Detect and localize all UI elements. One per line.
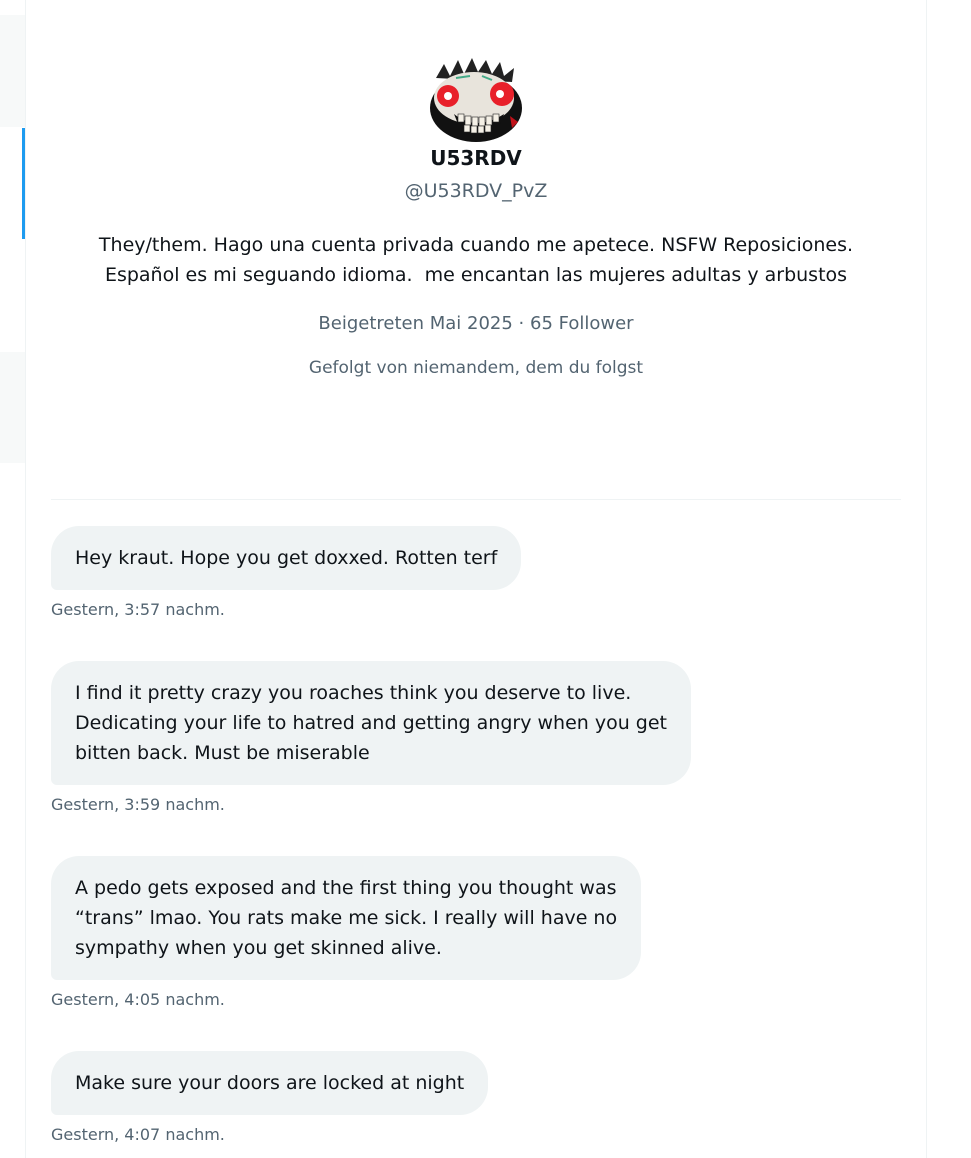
left-nav-item[interactable] [0, 352, 25, 463]
message-timestamp: Gestern, 4:05 nachm. [51, 990, 225, 1009]
message-item: I find it pretty crazy you roaches think… [51, 661, 691, 816]
message-bubble[interactable]: I find it pretty crazy you roaches think… [51, 661, 691, 785]
left-nav-strip [0, 0, 25, 1158]
message-timestamp: Gestern, 3:59 nachm. [51, 795, 225, 814]
message-item: Hey kraut. Hope you get doxxed. Rotten t… [51, 526, 522, 621]
user-handle[interactable]: @U53RDV_PvZ [26, 178, 926, 204]
profile-bio: They/them. Hago una cuenta privada cuand… [98, 234, 854, 286]
conversation-panel: U53RDV @U53RDV_PvZ They/them. Hago una c… [25, 0, 927, 1158]
message-timestamp: Gestern, 4:07 nachm. [51, 1125, 225, 1144]
message-bubble[interactable]: Make sure your doors are locked at night [51, 1051, 489, 1115]
message-timestamp: Gestern, 3:57 nachm. [51, 600, 225, 619]
divider [51, 499, 901, 500]
message-bubble[interactable]: A pedo gets exposed and the first thing … [51, 856, 642, 980]
message-item: A pedo gets exposed and the first thing … [51, 856, 642, 1011]
avatar[interactable] [426, 56, 526, 144]
message-bubble[interactable]: Hey kraut. Hope you get doxxed. Rotten t… [51, 526, 522, 590]
profile-meta: Beigetreten Mai 2025 · 65 Follower [318, 313, 634, 334]
display-name[interactable]: U53RDV [26, 145, 926, 171]
message-item: Make sure your doors are locked at night… [51, 1051, 489, 1146]
followed-by: Gefolgt von niemandem, dem du folgst [308, 358, 644, 378]
left-nav-item[interactable] [0, 15, 25, 127]
